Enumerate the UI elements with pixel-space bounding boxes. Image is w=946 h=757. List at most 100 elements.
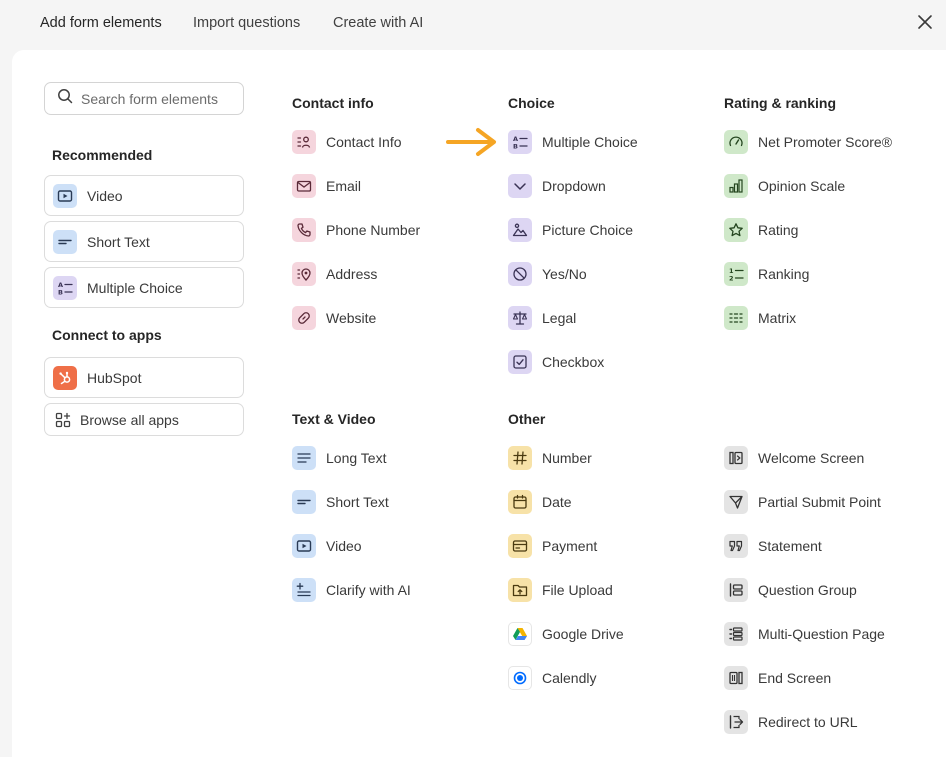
question-group-icon — [724, 578, 748, 602]
element-label: Legal — [542, 310, 577, 326]
element-clarify-with-ai[interactable]: Clarify with AI — [292, 578, 411, 602]
element-end-screen[interactable]: End Screen — [724, 666, 831, 690]
connect-apps-title: Connect to apps — [52, 327, 162, 343]
element-dropdown[interactable]: Dropdown — [508, 174, 606, 198]
element-number[interactable]: Number — [508, 446, 592, 470]
yes-no-icon — [508, 262, 532, 286]
ranking-icon: 12 — [724, 262, 748, 286]
element-label: Contact Info — [326, 134, 402, 150]
folder-upload-icon — [508, 578, 532, 602]
element-question-group[interactable]: Question Group — [724, 578, 857, 602]
recommended-title: Recommended — [52, 147, 153, 163]
element-email[interactable]: Email — [292, 174, 361, 198]
element-label: Checkbox — [542, 354, 605, 370]
hash-icon — [508, 446, 532, 470]
element-partial-submit-point[interactable]: Partial Submit Point — [724, 490, 881, 514]
element-label: End Screen — [758, 670, 832, 686]
element-video[interactable]: Video — [292, 534, 362, 558]
element-nps[interactable]: Net Promoter Score® — [724, 130, 892, 154]
element-label: Website — [326, 310, 377, 326]
element-label: Partial Submit Point — [758, 494, 881, 510]
element-opinion-scale[interactable]: Opinion Scale — [724, 174, 845, 198]
element-label: Yes/No — [542, 266, 587, 282]
long-text-icon — [292, 446, 316, 470]
apps-grid-icon — [55, 412, 71, 428]
welcome-screen-icon — [724, 446, 748, 470]
element-legal[interactable]: Legal — [508, 306, 576, 330]
element-ranking[interactable]: 12 Ranking — [724, 262, 809, 286]
svg-text:B: B — [58, 288, 63, 296]
element-short-text[interactable]: Short Text — [292, 490, 389, 514]
element-label: Welcome Screen — [758, 450, 865, 466]
recommended-short-text-label: Short Text — [87, 233, 150, 250]
short-text-icon — [292, 490, 316, 514]
multiple-choice-icon: AB — [53, 275, 77, 300]
browse-all-apps-label: Browse all apps — [80, 411, 179, 428]
element-contact-info[interactable]: Contact Info — [292, 130, 402, 154]
element-payment[interactable]: Payment — [508, 534, 597, 558]
element-google-drive[interactable]: Google Drive — [508, 622, 624, 646]
element-label: Picture Choice — [542, 222, 634, 238]
element-statement[interactable]: Statement — [724, 534, 822, 558]
element-file-upload[interactable]: File Upload — [508, 578, 613, 602]
app-hubspot[interactable]: HubSpot — [44, 357, 244, 398]
tab-import-questions[interactable]: Import questions — [193, 13, 300, 33]
contact-card-icon — [292, 130, 316, 154]
element-label: Calendly — [542, 670, 597, 686]
app-hubspot-label: HubSpot — [87, 369, 142, 386]
element-label: Dropdown — [542, 178, 606, 194]
element-picture-choice[interactable]: Picture Choice — [508, 218, 633, 242]
element-address[interactable]: Address — [292, 262, 377, 286]
calendar-icon — [508, 490, 532, 514]
tab-add-form-elements[interactable]: Add form elements — [40, 13, 162, 33]
element-long-text[interactable]: Long Text — [292, 446, 386, 470]
element-calendly[interactable]: Calendly — [508, 666, 596, 690]
recommended-video[interactable]: Video — [44, 175, 244, 216]
element-phone-number[interactable]: Phone Number — [292, 218, 420, 242]
matrix-icon — [724, 306, 748, 330]
element-label: Multiple Choice — [542, 134, 638, 150]
element-label: Statement — [758, 538, 822, 554]
hubspot-icon — [53, 365, 77, 390]
element-welcome-screen[interactable]: Welcome Screen — [724, 446, 864, 470]
element-date[interactable]: Date — [508, 490, 572, 514]
contact-info-title: Contact info — [292, 95, 374, 111]
element-label: Short Text — [326, 494, 389, 510]
scales-icon — [508, 306, 532, 330]
element-label: Payment — [542, 538, 598, 554]
close-icon[interactable] — [914, 11, 936, 33]
element-multi-question-page[interactable]: Multi-Question Page — [724, 622, 885, 646]
other-title: Other — [508, 411, 546, 427]
element-label: Phone Number — [326, 222, 421, 238]
element-multiple-choice[interactable]: AB Multiple Choice — [508, 130, 638, 154]
element-label: Opinion Scale — [758, 178, 846, 194]
search-input[interactable] — [81, 90, 231, 107]
element-label: Net Promoter Score® — [758, 134, 893, 150]
element-label: Address — [326, 266, 378, 282]
recommended-short-text[interactable]: Short Text — [44, 221, 244, 262]
star-icon — [724, 218, 748, 242]
recommended-multiple-choice[interactable]: AB Multiple Choice — [44, 267, 244, 308]
element-label: Clarify with AI — [326, 582, 411, 598]
phone-icon — [292, 218, 316, 242]
text-video-title: Text & Video — [292, 411, 376, 427]
element-checkbox[interactable]: Checkbox — [508, 350, 604, 374]
element-redirect-to-url[interactable]: Redirect to URL — [724, 710, 858, 734]
element-label: Rating — [758, 222, 799, 238]
gauge-icon — [724, 130, 748, 154]
element-yes-no[interactable]: Yes/No — [508, 262, 587, 286]
multiple-choice-icon: AB — [508, 130, 532, 154]
element-label: Number — [542, 450, 592, 466]
short-text-icon — [53, 229, 77, 254]
element-website[interactable]: Website — [292, 306, 376, 330]
search-box[interactable] — [44, 82, 244, 115]
tab-create-with-ai[interactable]: Create with AI — [333, 13, 423, 33]
element-label: Ranking — [758, 266, 810, 282]
element-label: Long Text — [326, 450, 387, 466]
element-matrix[interactable]: Matrix — [724, 306, 796, 330]
element-rating[interactable]: Rating — [724, 218, 798, 242]
redirect-icon — [724, 710, 748, 734]
svg-text:2: 2 — [729, 275, 734, 283]
browse-all-apps[interactable]: Browse all apps — [44, 403, 244, 436]
element-label: Date — [542, 494, 572, 510]
